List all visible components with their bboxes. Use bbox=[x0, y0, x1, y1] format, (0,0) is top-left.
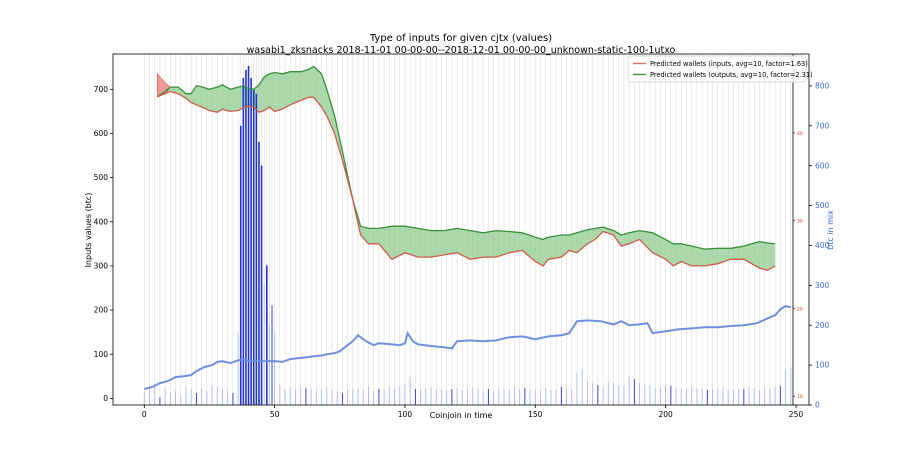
x-tick-label: 250 bbox=[789, 410, 804, 419]
outputs-area-fill bbox=[157, 66, 776, 271]
y-tick-label: 0 bbox=[103, 394, 108, 403]
x-tick-label: 200 bbox=[658, 410, 673, 419]
y-axis-left: 0 100 200 300 400 500 600 700 bbox=[94, 85, 113, 403]
y-tick-label: 100 bbox=[94, 350, 109, 359]
y3-tick-label: 10 bbox=[797, 394, 803, 400]
plot-area bbox=[143, 54, 792, 405]
y-tick-label: 300 bbox=[94, 262, 109, 271]
legend-label-inputs: Predicted wallets (inputs, avg=10, facto… bbox=[650, 60, 808, 68]
legend: Predicted wallets (inputs, avg=10, facto… bbox=[627, 55, 813, 83]
x-tick-label: 0 bbox=[142, 410, 147, 419]
y2-tick-label: 500 bbox=[815, 201, 830, 210]
y-tick-label: 400 bbox=[94, 217, 109, 226]
chart: Type of inputs for given cjtx (values) w… bbox=[84, 33, 835, 420]
chart-title: Type of inputs for given cjtx (values) bbox=[369, 33, 552, 44]
y-tick-label: 200 bbox=[94, 306, 109, 315]
x-tick-label: 100 bbox=[398, 410, 413, 419]
y2-tick-label: 600 bbox=[815, 161, 830, 170]
y3-tick-label: 30 bbox=[797, 219, 803, 225]
y2-tick-label: 0 bbox=[815, 401, 820, 410]
y-tick-label: 600 bbox=[94, 129, 109, 138]
y2-axis-label: btc in mix bbox=[826, 210, 835, 250]
y-tick-label: 700 bbox=[94, 85, 109, 94]
y2-tick-label: 700 bbox=[815, 121, 830, 130]
y3-tick-label: 40 bbox=[797, 131, 803, 137]
inputs-area-fill bbox=[157, 73, 171, 98]
y-axis-right-inner: 10 20 30 40 bbox=[792, 54, 803, 405]
x-tick-label: 50 bbox=[270, 410, 280, 419]
x-axis-label: Coinjoin in time bbox=[430, 411, 493, 420]
y3-tick-label: 20 bbox=[797, 306, 803, 312]
y-tick-label: 500 bbox=[94, 173, 109, 182]
y2-tick-label: 200 bbox=[815, 321, 830, 330]
y2-tick-label: 300 bbox=[815, 281, 830, 290]
y2-tick-label: 800 bbox=[815, 82, 830, 91]
legend-label-outputs: Predicted wallets (outputs, avg=10, fact… bbox=[650, 71, 813, 79]
y-axis-label: Inputs values (btc) bbox=[84, 193, 93, 268]
y2-tick-label: 100 bbox=[815, 361, 830, 370]
x-tick-label: 150 bbox=[528, 410, 543, 419]
